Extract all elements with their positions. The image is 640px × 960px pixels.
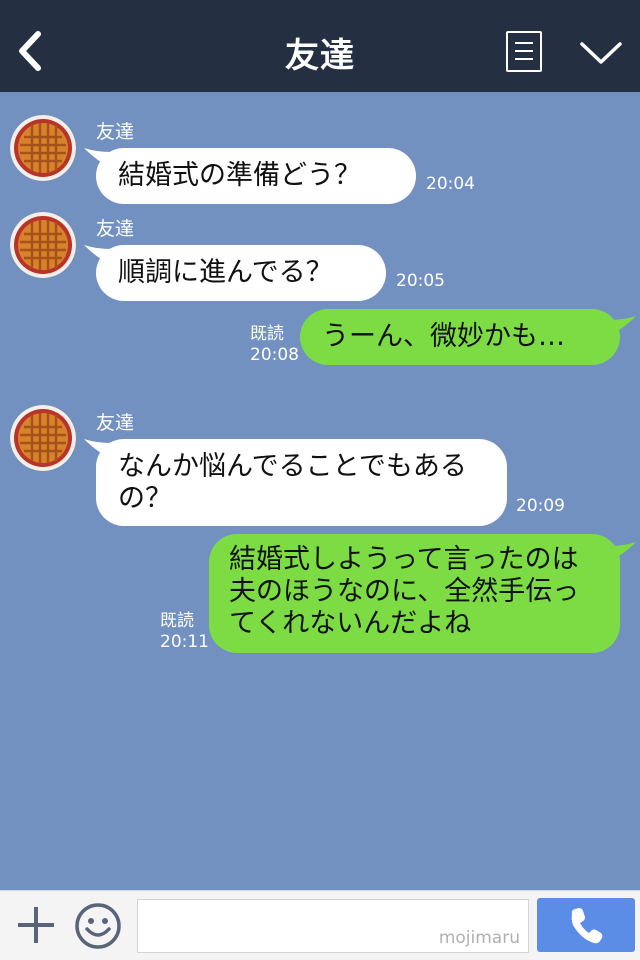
- pie-avatar-icon: [10, 115, 76, 181]
- chat-title: 友達: [285, 36, 355, 76]
- message-time: 20:11: [160, 632, 209, 652]
- menu-list-icon: [515, 42, 533, 44]
- message-input[interactable]: mojimaru: [137, 899, 529, 953]
- sender-name: 友達: [96, 218, 135, 240]
- bubble-tail: [608, 542, 636, 562]
- friend-avatar[interactable]: [10, 115, 76, 181]
- chevron-down-icon: [580, 42, 622, 64]
- call-button[interactable]: [537, 898, 635, 952]
- chevron-down-button[interactable]: [578, 38, 624, 68]
- read-receipt: 既読: [250, 324, 284, 344]
- message-bubble[interactable]: 結婚式しようって言ったのは夫のほうなのに、全然手伝ってくれないんだよね: [209, 534, 620, 653]
- friend-avatar[interactable]: [10, 212, 76, 278]
- message-bubble[interactable]: 順調に進んでる？: [96, 245, 386, 301]
- message-bubble[interactable]: なんか悩んでることでもあるの？: [96, 439, 507, 526]
- chat-area[interactable]: 友達 結婚式の準備どう？ 20:04 友達 順調に進んでる？ 20:05 既読 …: [0, 92, 640, 890]
- menu-button[interactable]: [506, 31, 542, 72]
- phone-icon: [571, 908, 603, 944]
- sender-name: 友達: [96, 121, 135, 143]
- input-bar: mojimaru: [0, 890, 640, 960]
- message-time: 20:09: [516, 496, 565, 516]
- smiley-icon: [75, 903, 121, 949]
- header-bar: 友達: [0, 0, 640, 92]
- sender-name: 友達: [96, 412, 135, 434]
- emoji-button[interactable]: [74, 902, 122, 950]
- message-bubble[interactable]: うーん、微妙かも…: [300, 309, 620, 365]
- message-time: 20:05: [396, 271, 445, 291]
- message-time: 20:08: [250, 345, 299, 365]
- pie-avatar-icon: [10, 212, 76, 278]
- plus-button[interactable]: [14, 903, 58, 947]
- bubble-tail: [608, 316, 636, 336]
- message-time: 20:04: [426, 174, 475, 194]
- pie-avatar-icon: [10, 405, 76, 471]
- read-receipt: 既読: [160, 611, 194, 631]
- watermark-text: mojimaru: [438, 928, 520, 948]
- plus-icon: [18, 907, 54, 943]
- friend-avatar[interactable]: [10, 405, 76, 471]
- message-bubble[interactable]: 結婚式の準備どう？: [96, 148, 416, 204]
